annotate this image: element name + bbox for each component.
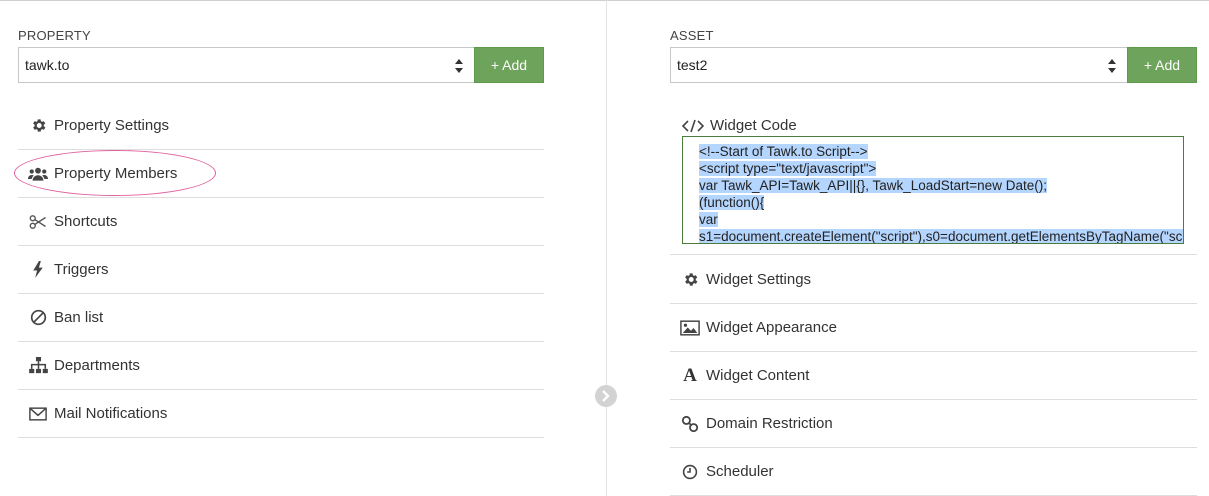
widget-code-textarea[interactable]: <!--Start of Tawk.to Script--> <script t… — [682, 136, 1184, 244]
asset-select-row: test2 + Add — [670, 47, 1197, 83]
menu-item-domain-restriction[interactable]: Domain Restriction — [670, 400, 1197, 448]
code-line: var Tawk_API=Tawk_API||{}, Tawk_LoadStar… — [699, 178, 1047, 193]
sitemap-icon — [28, 357, 48, 375]
menu-item-label: Scheduler — [706, 463, 774, 480]
menu-item-label: Domain Restriction — [706, 415, 833, 432]
menu-item-label: Widget Settings — [706, 271, 812, 288]
chevron-right-icon[interactable] — [595, 385, 617, 407]
menu-item-property-members[interactable]: Property Members — [18, 150, 544, 198]
property-section-label: PROPERTY — [18, 28, 91, 43]
widget-code-section: Widget Code <!--Start of Tawk.to Script-… — [670, 102, 1197, 255]
menu-item-label: Widget Content — [706, 367, 810, 384]
code-line: <!--Start of Tawk.to Script--> — [699, 144, 868, 159]
ban-icon — [28, 309, 48, 327]
property-select-value: tawk.to — [25, 57, 70, 73]
menu-item-widget-appearance[interactable]: Widget Appearance — [670, 304, 1197, 352]
menu-item-label: Departments — [54, 357, 140, 374]
add-asset-button[interactable]: + Add — [1127, 47, 1197, 83]
menu-item-label: Property Members — [54, 165, 178, 182]
menu-item-label: Widget Appearance — [706, 319, 837, 336]
menu-item-label: Mail Notifications — [54, 405, 168, 422]
menu-item-scheduler[interactable]: Scheduler — [670, 448, 1197, 496]
gear-icon — [680, 271, 700, 289]
menu-item-triggers[interactable]: Triggers — [18, 246, 544, 294]
menu-item-departments[interactable]: Departments — [18, 342, 544, 390]
menu-item-label: Triggers — [54, 261, 109, 278]
property-panel: PROPERTY tawk.to + Add Property Settings… — [14, 0, 544, 496]
menu-item-label: Ban list — [54, 309, 104, 326]
font-icon: A — [683, 364, 697, 386]
asset-select-value: test2 — [677, 57, 708, 73]
menu-item-label: Shortcuts — [54, 213, 118, 230]
envelope-icon — [28, 405, 48, 423]
menu-item-widget-settings[interactable]: Widget Settings — [670, 256, 1197, 304]
panel-divider — [606, 0, 607, 496]
property-select[interactable]: tawk.to — [18, 47, 474, 83]
menu-item-ban-list[interactable]: Ban list — [18, 294, 544, 342]
asset-menu: Widget Settings Widget Appearance A Widg… — [670, 256, 1197, 496]
code-line: var — [699, 212, 718, 227]
menu-item-label: Property Settings — [54, 117, 170, 134]
link-icon — [680, 415, 700, 433]
code-icon — [682, 119, 704, 133]
asset-panel: ASSET test2 + Add Widget Code <!--Start … — [670, 0, 1197, 496]
menu-item-property-settings[interactable]: Property Settings — [18, 102, 544, 150]
add-property-button[interactable]: + Add — [474, 47, 544, 83]
gear-icon — [28, 117, 48, 135]
property-select-row: tawk.to + Add — [18, 47, 544, 83]
clock-icon — [680, 463, 700, 481]
scissors-icon — [28, 213, 48, 231]
menu-item-shortcuts[interactable]: Shortcuts — [18, 198, 544, 246]
image-icon — [680, 319, 700, 337]
code-line: <script type="text/javascript"> — [699, 161, 877, 176]
widget-code-title: Widget Code — [682, 117, 797, 134]
menu-item-widget-content[interactable]: A Widget Content — [670, 352, 1197, 400]
property-menu: Property Settings Property Members Short… — [14, 102, 544, 438]
asset-section-label: ASSET — [670, 28, 714, 43]
asset-select[interactable]: test2 — [670, 47, 1127, 83]
users-icon — [28, 165, 48, 183]
select-caret-icon — [1108, 59, 1116, 73]
bolt-icon — [28, 261, 48, 279]
code-line: s1=document.createElement("script"),s0=d… — [699, 228, 1183, 243]
select-caret-icon — [455, 59, 463, 73]
menu-item-mail-notifications[interactable]: Mail Notifications — [18, 390, 544, 438]
code-line: (function(){ — [699, 195, 765, 210]
